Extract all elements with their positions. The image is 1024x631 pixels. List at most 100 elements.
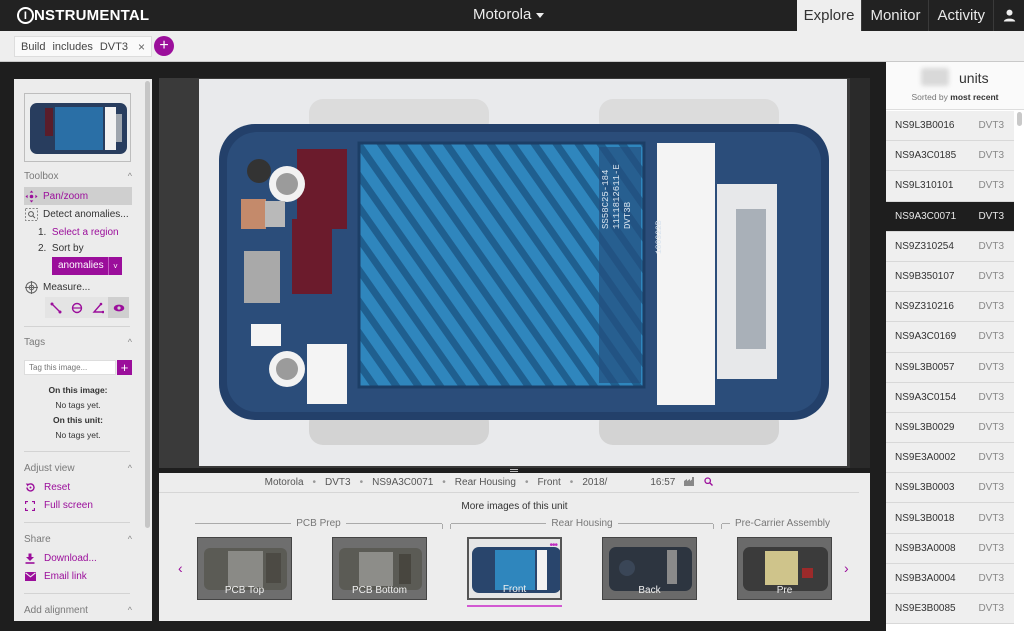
instrumental-logo[interactable]: I NSTRUMENTAL: [17, 6, 149, 25]
thumbnail-pcb-bottom[interactable]: PCB Bottom: [332, 537, 427, 600]
tool-label: Pan/zoom: [43, 190, 89, 202]
crumb-product[interactable]: Motorola: [265, 477, 304, 488]
unit-row[interactable]: NS9B3A0008 DVT3: [886, 533, 1014, 564]
unit-row[interactable]: NS9L3B0016 DVT3: [886, 111, 1014, 142]
unit-serial: NS9L310101: [895, 180, 954, 192]
unit-serial: NS9E3A0002: [895, 452, 956, 464]
crumb-station[interactable]: Rear Housing: [455, 477, 516, 488]
toolbox-header[interactable]: Toolbox ^: [24, 171, 132, 182]
chevron-up-icon[interactable]: ^: [128, 605, 132, 616]
tab-monitor[interactable]: Monitor: [861, 0, 928, 31]
units-sort-info[interactable]: Sorted by most recent: [886, 92, 1024, 102]
select-region-link[interactable]: Select a region: [52, 227, 119, 238]
unit-row[interactable]: NS9A3C0071 DVT3: [886, 201, 1014, 232]
unit-serial: NS9Z310216: [895, 301, 954, 313]
thumbnail-caption: Pre: [776, 585, 793, 596]
unit-row[interactable]: NS9A3C0169 DVT3: [886, 322, 1014, 353]
add-alignment-header[interactable]: Add alignment ^: [24, 605, 132, 616]
crumb-view[interactable]: Front: [537, 477, 560, 488]
sort-by-select[interactable]: anomalies ˅: [52, 257, 122, 275]
unit-row[interactable]: NS9Z310216 DVT3: [886, 292, 1014, 323]
unit-row[interactable]: NS9E3B0085 DVT3: [886, 594, 1014, 625]
crosshair-icon: [24, 280, 38, 294]
product-switcher[interactable]: Motorola: [473, 6, 545, 23]
crumb-unit[interactable]: NS9A3C0071: [372, 477, 433, 488]
tab-activity[interactable]: Activity: [928, 0, 993, 31]
prev-images-button[interactable]: ‹: [178, 560, 183, 576]
tags-header[interactable]: Tags ^: [24, 337, 132, 348]
chevron-up-icon[interactable]: ^: [128, 171, 132, 182]
units-scrollbar[interactable]: [1017, 112, 1022, 126]
units-list: NS9L3B0016 DVT3 NS9A3C0185 DVT3 NS9L310101 DV…: [886, 111, 1014, 625]
adjust-view-title: Adjust view: [24, 463, 75, 474]
filter-chip-build[interactable]: Build includes DVT3 ×: [14, 36, 152, 57]
svg-text:SS58C25-184: SS58C25-184: [601, 170, 611, 229]
unit-row[interactable]: NS9L3B0003 DVT3: [886, 473, 1014, 504]
user-menu-button[interactable]: [993, 0, 1024, 31]
full-screen-button[interactable]: Full screen: [24, 500, 93, 511]
crumb-time: 16:57: [650, 477, 676, 488]
drag-handle-icon: [510, 469, 518, 472]
line-measure-icon[interactable]: [45, 297, 66, 318]
image-viewer[interactable]: SS58C25-184 1111812611-E DVT3B 180322B: [159, 78, 870, 468]
unit-row[interactable]: NS9L310101 DVT3: [886, 171, 1014, 202]
add-filter-button[interactable]: +: [154, 36, 174, 56]
chevron-up-icon[interactable]: ^: [128, 337, 132, 348]
share-header[interactable]: Share ^: [24, 534, 132, 545]
reset-view-button[interactable]: Reset: [24, 482, 70, 493]
unit-build: DVT3: [978, 150, 1004, 162]
chevron-up-icon[interactable]: ^: [128, 534, 132, 545]
unit-row[interactable]: NS9A3C0154 DVT3: [886, 382, 1014, 413]
crumb-build[interactable]: DVT3: [325, 477, 351, 488]
close-icon[interactable]: ×: [138, 40, 145, 54]
unit-build: DVT3: [978, 572, 1004, 584]
thumbnail-caption: Front: [502, 584, 527, 595]
thumbnail-front[interactable]: ••• Front: [467, 537, 562, 600]
circle-measure-icon[interactable]: [66, 297, 87, 318]
thumbnail-pre[interactable]: Pre: [737, 537, 832, 600]
sort-by-value[interactable]: anomalies: [52, 257, 108, 275]
angle-measure-icon[interactable]: [87, 297, 108, 318]
unit-row[interactable]: NS9Z310254 DVT3: [886, 231, 1014, 262]
download-button[interactable]: Download...: [24, 553, 97, 564]
tag-image-input[interactable]: [24, 360, 116, 375]
visibility-icon[interactable]: [108, 297, 129, 318]
adjust-view-header[interactable]: Adjust view ^: [24, 463, 132, 474]
unit-row[interactable]: NS9B3A0004 DVT3: [886, 563, 1014, 594]
unit-row[interactable]: NS9L3B0029 DVT3: [886, 412, 1014, 444]
step-select-region[interactable]: 1. Select a region: [38, 227, 119, 238]
add-tag-button[interactable]: +: [117, 360, 132, 375]
unit-row[interactable]: NS9B350107 DVT3: [886, 261, 1014, 293]
tool-label: Measure...: [43, 281, 91, 293]
chevron-down-icon[interactable]: ˅: [108, 257, 122, 275]
sort-order-value[interactable]: most recent: [950, 92, 998, 102]
sorted-by-label: Sorted by: [911, 92, 948, 102]
tool-measure[interactable]: Measure...: [24, 278, 132, 296]
unit-row[interactable]: NS9A3C0185 DVT3: [886, 141, 1014, 172]
unit-build: DVT3: [978, 452, 1004, 464]
unit-row[interactable]: NS9L3B0018 DVT3: [886, 503, 1014, 534]
svg-text:DVT3B: DVT3B: [623, 201, 633, 229]
chevron-up-icon[interactable]: ^: [128, 463, 132, 474]
unit-row[interactable]: NS9L3B0057 DVT3: [886, 352, 1014, 383]
crumb-date: 2018/: [582, 477, 608, 488]
more-options-icon[interactable]: •••: [549, 540, 557, 551]
step-sort-by: 2. Sort by: [38, 243, 84, 254]
unit-serial: NS9E3B0085: [895, 603, 956, 615]
unit-build: DVT3: [978, 301, 1004, 313]
filter-operator: includes: [52, 40, 93, 53]
tool-detect-anomalies[interactable]: Detect anomalies...: [24, 205, 132, 223]
thumbnail-back[interactable]: Back: [602, 537, 697, 600]
tab-explore[interactable]: Explore: [796, 0, 862, 31]
next-images-button[interactable]: ›: [844, 560, 849, 576]
email-link-button[interactable]: Email link: [24, 571, 87, 582]
tool-pan-zoom[interactable]: Pan/zoom: [24, 187, 132, 205]
search-icon[interactable]: [704, 477, 714, 488]
unit-row[interactable]: NS9E3A0002 DVT3: [886, 443, 1014, 474]
download-icon: [24, 553, 36, 564]
image-navigator-thumbnail[interactable]: [24, 93, 131, 162]
selected-thumbnail-indicator: [467, 605, 562, 607]
sidebar-scrollbar[interactable]: [145, 81, 150, 528]
inspection-image[interactable]: SS58C25-184 1111812611-E DVT3B 180322B: [199, 79, 847, 466]
thumbnail-pcb-top[interactable]: PCB Top: [197, 537, 292, 600]
